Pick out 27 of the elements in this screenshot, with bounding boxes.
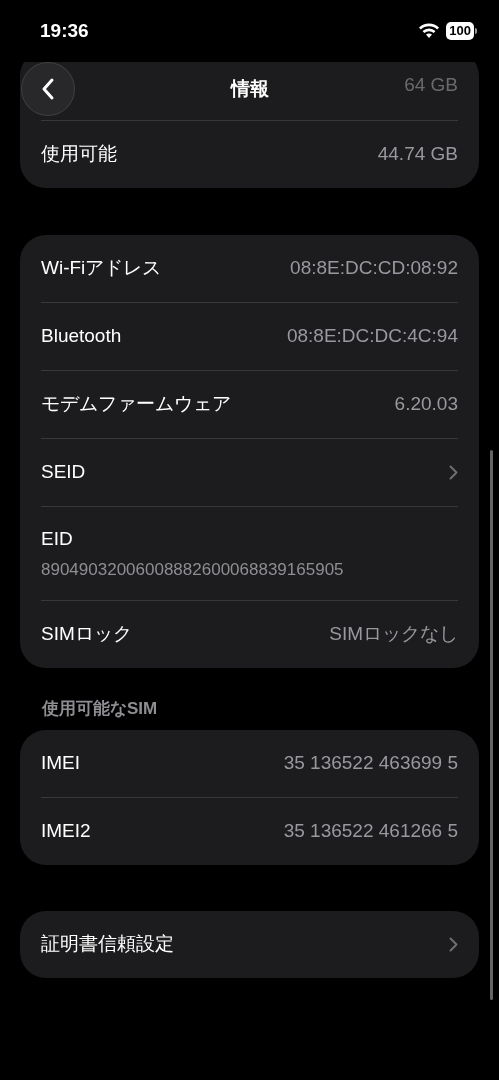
- wifi-icon: [418, 23, 441, 39]
- row-label: EID: [41, 526, 74, 551]
- row-value: 64 GB: [404, 72, 458, 97]
- row-label: Wi-Fiアドレス: [41, 256, 162, 281]
- row-value: SIMロックなし: [329, 622, 458, 647]
- status-time: 19:36: [40, 18, 89, 43]
- row-label: IMEI2: [41, 818, 91, 843]
- row-label: モデムファームウェア: [41, 392, 231, 417]
- row-label: SIMロック: [41, 622, 132, 647]
- chevron-left-icon: [41, 77, 55, 101]
- chevron-right-icon: [449, 936, 458, 952]
- battery-icon: 100: [446, 22, 477, 40]
- row-label: 使用可能: [41, 142, 117, 167]
- row-label: IMEI: [41, 750, 81, 775]
- section-header: 使用可能なSIM: [41, 698, 159, 720]
- row-value: 89049032006008882600068839165905: [41, 559, 345, 581]
- row-value: 35 136522 463699 5: [283, 750, 458, 775]
- row-value: 08:8E:DC:CD:08:92: [290, 256, 458, 281]
- page-title: 情報: [230, 76, 269, 101]
- row-value: 08:8E:DC:DC:4C:94: [286, 324, 458, 349]
- list-row[interactable]: SEID: [41, 439, 458, 506]
- list-row[interactable]: 証明書信頼設定: [41, 910, 458, 978]
- row-value: 6.20.03: [394, 392, 458, 417]
- chevron-right-icon: [449, 465, 458, 480]
- row-value: 35 136522 461266 5: [283, 818, 458, 843]
- row-label: Bluetooth: [41, 324, 122, 349]
- row-value: 44.74 GB: [377, 142, 458, 167]
